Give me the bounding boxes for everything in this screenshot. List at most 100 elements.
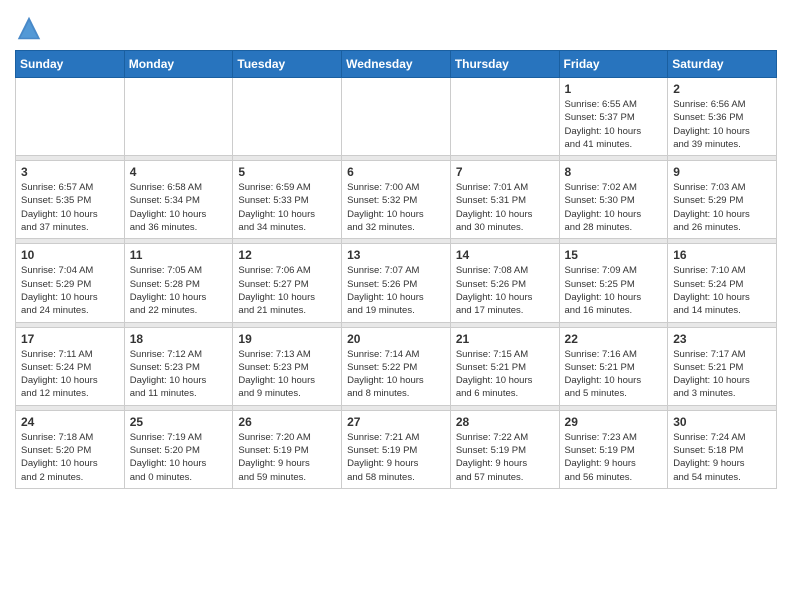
day-number: 21 xyxy=(456,332,554,346)
day-number: 5 xyxy=(238,165,336,179)
day-info: Sunrise: 7:07 AM Sunset: 5:26 PM Dayligh… xyxy=(347,264,445,317)
calendar-cell: 26Sunrise: 7:20 AM Sunset: 5:19 PM Dayli… xyxy=(233,410,342,488)
day-number: 28 xyxy=(456,415,554,429)
day-number: 3 xyxy=(21,165,119,179)
calendar-cell: 15 Sunrise: 7:09 AM Sunset: 5:25 PM Dayli… xyxy=(559,244,668,322)
calendar-cell: 24Sunrise: 7:18 AM Sunset: 5:20 PM Dayli… xyxy=(16,410,125,488)
day-info: Sunrise: 7:16 AM Sunset: 5:21 PM Dayligh… xyxy=(565,348,663,401)
day-number: 24 xyxy=(21,415,119,429)
weekday-header: Saturday xyxy=(668,51,777,78)
calendar-cell: 14 Sunrise: 7:08 AM Sunset: 5:26 PM Dayli… xyxy=(450,244,559,322)
day-number: 4 xyxy=(130,165,228,179)
day-info: Sunrise: 7:14 AM Sunset: 5:22 PM Dayligh… xyxy=(347,348,445,401)
day-info: Sunrise: 6:58 AM Sunset: 5:34 PM Dayligh… xyxy=(130,181,228,234)
day-info: Sunrise: 7:21 AM Sunset: 5:19 PM Dayligh… xyxy=(347,431,445,484)
calendar-week-row: 1 Sunrise: 6:55 AM Sunset: 5:37 PM Daylig… xyxy=(16,78,777,156)
day-number: 22 xyxy=(565,332,663,346)
day-number: 2 xyxy=(673,82,771,96)
day-number: 19 xyxy=(238,332,336,346)
calendar-cell: 7Sunrise: 7:01 AM Sunset: 5:31 PM Daylig… xyxy=(450,161,559,239)
day-info: Sunrise: 7:10 AM Sunset: 5:24 PM Dayligh… xyxy=(673,264,771,317)
day-info: Sunrise: 7:24 AM Sunset: 5:18 PM Dayligh… xyxy=(673,431,771,484)
day-number: 1 xyxy=(565,82,663,96)
calendar-cell: 21 Sunrise: 7:15 AM Sunset: 5:21 PM Dayli… xyxy=(450,327,559,405)
day-info: Sunrise: 7:13 AM Sunset: 5:23 PM Dayligh… xyxy=(238,348,336,401)
day-info: Sunrise: 7:05 AM Sunset: 5:28 PM Dayligh… xyxy=(130,264,228,317)
day-number: 14 xyxy=(456,248,554,262)
calendar-cell: 5 Sunrise: 6:59 AM Sunset: 5:33 PM Daylig… xyxy=(233,161,342,239)
day-info: Sunrise: 7:11 AM Sunset: 5:24 PM Dayligh… xyxy=(21,348,119,401)
calendar-cell: 29Sunrise: 7:23 AM Sunset: 5:19 PM Dayli… xyxy=(559,410,668,488)
day-number: 18 xyxy=(130,332,228,346)
page: SundayMondayTuesdayWednesdayThursdayFrid… xyxy=(0,0,792,504)
day-number: 25 xyxy=(130,415,228,429)
weekday-header: Thursday xyxy=(450,51,559,78)
header xyxy=(15,10,777,42)
calendar-cell: 11 Sunrise: 7:05 AM Sunset: 5:28 PM Dayli… xyxy=(124,244,233,322)
calendar-cell: 17 Sunrise: 7:11 AM Sunset: 5:24 PM Dayli… xyxy=(16,327,125,405)
day-info: Sunrise: 7:12 AM Sunset: 5:23 PM Dayligh… xyxy=(130,348,228,401)
calendar-cell: 3 Sunrise: 6:57 AM Sunset: 5:35 PM Daylig… xyxy=(16,161,125,239)
day-number: 20 xyxy=(347,332,445,346)
logo-icon xyxy=(15,14,43,42)
calendar-cell: 4 Sunrise: 6:58 AM Sunset: 5:34 PM Daylig… xyxy=(124,161,233,239)
day-number: 27 xyxy=(347,415,445,429)
day-info: Sunrise: 7:06 AM Sunset: 5:27 PM Dayligh… xyxy=(238,264,336,317)
calendar-cell: 10 Sunrise: 7:04 AM Sunset: 5:29 PM Dayli… xyxy=(16,244,125,322)
day-number: 9 xyxy=(673,165,771,179)
calendar-cell: 27 Sunrise: 7:21 AM Sunset: 5:19 PM Dayli… xyxy=(342,410,451,488)
calendar-cell: 2 Sunrise: 6:56 AM Sunset: 5:36 PM Daylig… xyxy=(668,78,777,156)
calendar-cell: 16Sunrise: 7:10 AM Sunset: 5:24 PM Dayli… xyxy=(668,244,777,322)
calendar-week-row: 3 Sunrise: 6:57 AM Sunset: 5:35 PM Daylig… xyxy=(16,161,777,239)
calendar-cell: 1 Sunrise: 6:55 AM Sunset: 5:37 PM Daylig… xyxy=(559,78,668,156)
calendar-cell: 18 Sunrise: 7:12 AM Sunset: 5:23 PM Dayli… xyxy=(124,327,233,405)
weekday-header: Monday xyxy=(124,51,233,78)
day-info: Sunrise: 7:20 AM Sunset: 5:19 PM Dayligh… xyxy=(238,431,336,484)
day-info: Sunrise: 6:59 AM Sunset: 5:33 PM Dayligh… xyxy=(238,181,336,234)
day-info: Sunrise: 7:04 AM Sunset: 5:29 PM Dayligh… xyxy=(21,264,119,317)
day-info: Sunrise: 7:08 AM Sunset: 5:26 PM Dayligh… xyxy=(456,264,554,317)
weekday-header: Wednesday xyxy=(342,51,451,78)
calendar-cell: 23 Sunrise: 7:17 AM Sunset: 5:21 PM Dayli… xyxy=(668,327,777,405)
calendar-cell xyxy=(342,78,451,156)
day-info: Sunrise: 6:55 AM Sunset: 5:37 PM Dayligh… xyxy=(565,98,663,151)
day-info: Sunrise: 7:00 AM Sunset: 5:32 PM Dayligh… xyxy=(347,181,445,234)
day-info: Sunrise: 7:01 AM Sunset: 5:31 PM Dayligh… xyxy=(456,181,554,234)
calendar-cell: 30Sunrise: 7:24 AM Sunset: 5:18 PM Dayli… xyxy=(668,410,777,488)
logo xyxy=(15,14,45,42)
calendar-week-row: 17 Sunrise: 7:11 AM Sunset: 5:24 PM Dayli… xyxy=(16,327,777,405)
calendar-cell: 13Sunrise: 7:07 AM Sunset: 5:26 PM Dayli… xyxy=(342,244,451,322)
day-number: 15 xyxy=(565,248,663,262)
calendar-cell xyxy=(16,78,125,156)
day-info: Sunrise: 7:03 AM Sunset: 5:29 PM Dayligh… xyxy=(673,181,771,234)
day-info: Sunrise: 6:57 AM Sunset: 5:35 PM Dayligh… xyxy=(21,181,119,234)
day-info: Sunrise: 7:19 AM Sunset: 5:20 PM Dayligh… xyxy=(130,431,228,484)
calendar-week-row: 10 Sunrise: 7:04 AM Sunset: 5:29 PM Dayli… xyxy=(16,244,777,322)
weekday-header: Sunday xyxy=(16,51,125,78)
day-info: Sunrise: 7:15 AM Sunset: 5:21 PM Dayligh… xyxy=(456,348,554,401)
calendar-week-row: 24Sunrise: 7:18 AM Sunset: 5:20 PM Dayli… xyxy=(16,410,777,488)
day-number: 23 xyxy=(673,332,771,346)
calendar-cell: 22 Sunrise: 7:16 AM Sunset: 5:21 PM Dayli… xyxy=(559,327,668,405)
calendar-cell xyxy=(233,78,342,156)
day-info: Sunrise: 6:56 AM Sunset: 5:36 PM Dayligh… xyxy=(673,98,771,151)
day-number: 6 xyxy=(347,165,445,179)
day-number: 8 xyxy=(565,165,663,179)
calendar-cell: 19 Sunrise: 7:13 AM Sunset: 5:23 PM Dayli… xyxy=(233,327,342,405)
day-number: 11 xyxy=(130,248,228,262)
calendar-cell: 6 Sunrise: 7:00 AM Sunset: 5:32 PM Daylig… xyxy=(342,161,451,239)
calendar-cell: 12 Sunrise: 7:06 AM Sunset: 5:27 PM Dayli… xyxy=(233,244,342,322)
calendar-cell: 8 Sunrise: 7:02 AM Sunset: 5:30 PM Daylig… xyxy=(559,161,668,239)
weekday-header: Friday xyxy=(559,51,668,78)
day-number: 12 xyxy=(238,248,336,262)
day-number: 10 xyxy=(21,248,119,262)
day-info: Sunrise: 7:02 AM Sunset: 5:30 PM Dayligh… xyxy=(565,181,663,234)
day-info: Sunrise: 7:23 AM Sunset: 5:19 PM Dayligh… xyxy=(565,431,663,484)
calendar-cell: 25 Sunrise: 7:19 AM Sunset: 5:20 PM Dayli… xyxy=(124,410,233,488)
calendar-header-row: SundayMondayTuesdayWednesdayThursdayFrid… xyxy=(16,51,777,78)
day-info: Sunrise: 7:17 AM Sunset: 5:21 PM Dayligh… xyxy=(673,348,771,401)
day-number: 17 xyxy=(21,332,119,346)
day-info: Sunrise: 7:22 AM Sunset: 5:19 PM Dayligh… xyxy=(456,431,554,484)
day-info: Sunrise: 7:09 AM Sunset: 5:25 PM Dayligh… xyxy=(565,264,663,317)
calendar-cell: 20 Sunrise: 7:14 AM Sunset: 5:22 PM Dayli… xyxy=(342,327,451,405)
